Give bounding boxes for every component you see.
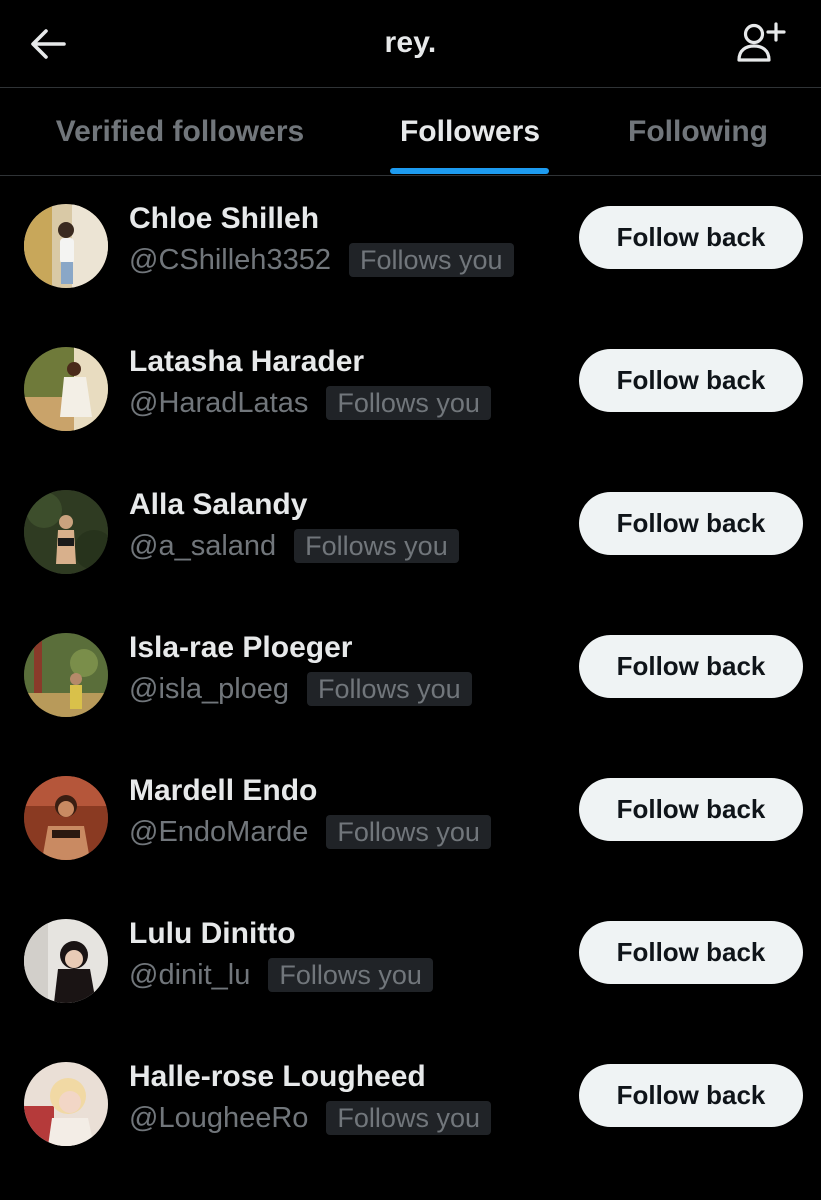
follower-row[interactable]: Lulu Dinitto @dinit_lu Follows you Follo… [0,891,821,1034]
avatar[interactable] [24,204,108,288]
follows-you-badge: Follows you [348,243,514,277]
active-tab-indicator [390,168,549,174]
follow-back-button[interactable]: Follow back [579,1064,803,1127]
display-name: Halle-rose Lougheed [129,1060,426,1093]
avatar[interactable] [24,633,108,717]
page-title: rey. [384,26,437,59]
follow-back-button[interactable]: Follow back [579,921,803,984]
follows-you-badge: Follows you [326,1101,491,1135]
app-window: rey. Verified followers Followers Follow… [0,0,821,1200]
handle-line: @CShilleh3352 Follows you [129,242,514,278]
handle-line: @EndoMarde Follows you [129,814,491,850]
follows-you-badge: Follows you [326,386,491,420]
avatar[interactable] [24,347,108,431]
follows-you-badge: Follows you [294,529,459,563]
avatar[interactable] [24,1062,108,1146]
follower-row[interactable]: Alla Salandy @a_saland Follows you Follo… [0,462,821,605]
followers-list: Chloe Shilleh @CShilleh3352 Follows you … [0,176,821,1177]
add-user-button[interactable] [733,20,789,68]
follows-you-badge: Follows you [268,958,433,992]
display-name: Lulu Dinitto [129,917,296,950]
avatar[interactable] [24,919,108,1003]
follow-back-button[interactable]: Follow back [579,778,803,841]
username: @HaradLatas [129,386,309,419]
top-bar: rey. [0,0,821,88]
follow-back-button[interactable]: Follow back [579,206,803,269]
username: @isla_ploeg [129,672,290,705]
follows-you-badge: Follows you [307,672,472,706]
username: @dinit_lu [129,958,251,991]
avatar[interactable] [24,490,108,574]
username: @EndoMarde [129,815,309,848]
handle-line: @isla_ploeg Follows you [129,671,472,707]
display-name: Latasha Harader [129,345,365,378]
follower-row[interactable]: Chloe Shilleh @CShilleh3352 Follows you … [0,176,821,319]
follow-back-button[interactable]: Follow back [579,492,803,555]
follower-row[interactable]: Isla-rae Ploeger @isla_ploeg Follows you… [0,605,821,748]
handle-line: @dinit_lu Follows you [129,957,433,993]
tab-verified-followers[interactable]: Verified followers [30,88,330,176]
add-user-icon [737,22,786,62]
handle-line: @HaradLatas Follows you [129,385,491,421]
display-name: Mardell Endo [129,774,318,807]
follows-you-badge: Follows you [326,815,491,849]
display-name: Chloe Shilleh [129,202,320,235]
handle-line: @a_saland Follows you [129,528,459,564]
avatar[interactable] [24,776,108,860]
follower-row[interactable]: Latasha Harader @HaradLatas Follows you … [0,319,821,462]
display-name: Isla-rae Ploeger [129,631,353,664]
username: @CShilleh3352 [129,243,331,276]
follower-row[interactable]: Halle-rose Lougheed @LougheeRo Follows y… [0,1034,821,1177]
handle-line: @LougheeRo Follows you [129,1100,491,1136]
tab-following[interactable]: Following [598,88,798,176]
display-name: Alla Salandy [129,488,308,521]
username: @LougheeRo [129,1101,309,1134]
tab-followers[interactable]: Followers [370,88,570,176]
username: @a_saland [129,529,277,562]
follower-row[interactable]: Mardell Endo @EndoMarde Follows you Foll… [0,748,821,891]
follow-back-button[interactable]: Follow back [579,349,803,412]
follow-back-button[interactable]: Follow back [579,635,803,698]
tab-bar: Verified followers Followers Following [0,88,821,176]
